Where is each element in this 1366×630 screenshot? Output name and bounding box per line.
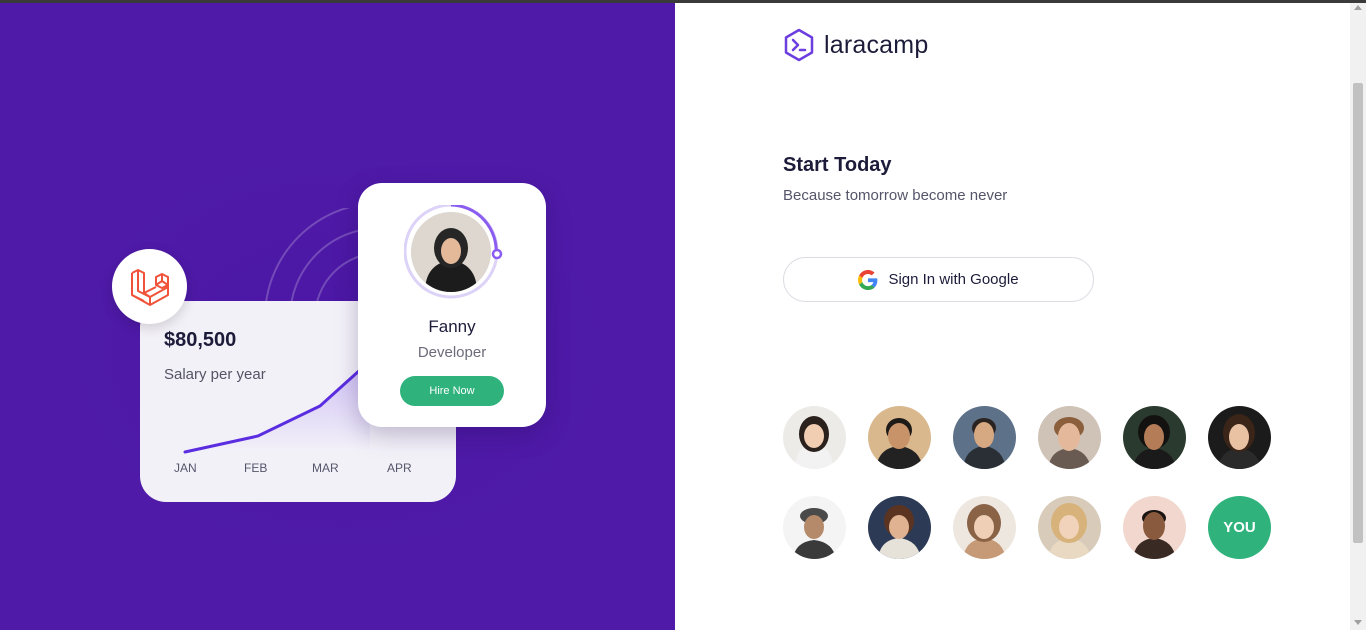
you-avatar: YOU — [1208, 496, 1271, 559]
laravel-logo-icon — [130, 268, 169, 306]
profile-card: Fanny Developer Hire Now — [358, 183, 546, 427]
member-avatar — [783, 406, 846, 469]
hero-panel: $80,500 Salary per year JAN FEB MAR APR — [0, 3, 675, 630]
signin-panel: laracamp Start Today Because tomorrow be… — [675, 3, 1350, 630]
member-avatar — [1123, 406, 1186, 469]
member-avatar — [783, 496, 846, 559]
member-avatar — [1208, 406, 1271, 469]
brand-logo[interactable]: laracamp — [783, 28, 928, 62]
salary-caption: Salary per year — [164, 366, 266, 383]
member-avatar — [868, 496, 931, 559]
scroll-down-arrow-icon[interactable] — [1354, 620, 1362, 625]
scrollbar-thumb[interactable] — [1353, 83, 1363, 543]
laravel-badge — [112, 249, 187, 324]
brand-name: laracamp — [824, 30, 929, 59]
member-avatar — [1038, 496, 1101, 559]
member-avatar — [953, 496, 1016, 559]
scroll-up-arrow-icon[interactable] — [1354, 5, 1362, 10]
month-label: JAN — [174, 461, 197, 475]
month-label: MAR — [312, 461, 339, 475]
salary-amount: $80,500 — [164, 329, 237, 351]
member-avatar — [868, 406, 931, 469]
profile-name: Fanny — [428, 317, 476, 336]
google-signin-button[interactable]: Sign In with Google — [783, 257, 1094, 302]
page-subtitle: Because tomorrow become never — [783, 187, 1008, 204]
month-label: FEB — [244, 461, 268, 475]
page-title: Start Today — [783, 154, 892, 176]
member-avatar — [1038, 406, 1101, 469]
terminal-hexagon-icon — [784, 28, 814, 62]
google-button-label: Sign In with Google — [888, 271, 1019, 288]
member-avatar — [953, 406, 1016, 469]
page-scrollbar[interactable] — [1350, 3, 1366, 630]
person-photo — [411, 212, 491, 292]
profile-role: Developer — [417, 344, 487, 361]
hire-now-button[interactable]: Hire Now — [400, 376, 504, 406]
google-g-icon — [858, 269, 878, 290]
member-avatar — [1123, 496, 1186, 559]
profile-avatar — [411, 212, 491, 292]
month-label: APR — [387, 461, 412, 475]
